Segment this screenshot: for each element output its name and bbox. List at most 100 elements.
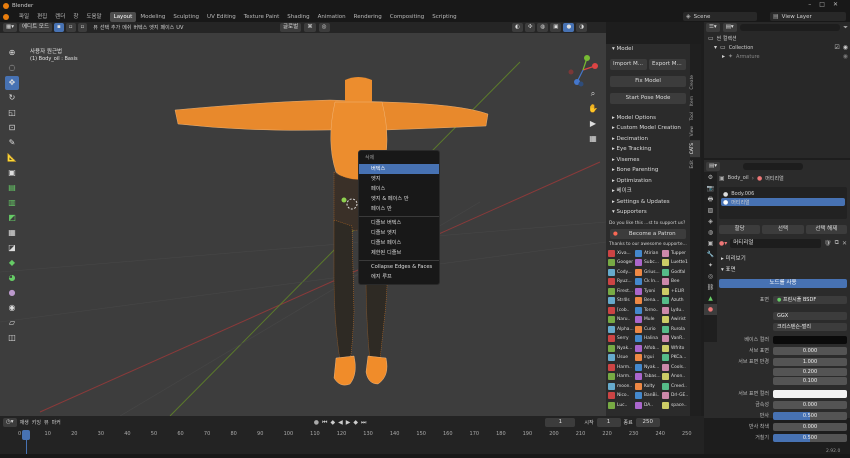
- new-material-icon[interactable]: ⧉: [835, 239, 839, 247]
- viewport[interactable]: ▦▾ 에디트 모드 ▪ ▫ ▫ 뷰 선택 추가 메쉬 버텍스 엣지 페이스 UV…: [0, 22, 606, 416]
- subsurface-color-swatch[interactable]: [773, 389, 847, 398]
- proportional-icon[interactable]: ◎: [318, 23, 330, 32]
- zoom-icon[interactable]: ⌕: [586, 87, 600, 101]
- export-model-button[interactable]: Export M...: [649, 58, 686, 70]
- patron-entry[interactable]: VanR..: [662, 334, 688, 344]
- annotate-icon[interactable]: ✎: [5, 136, 19, 150]
- roughness-field[interactable]: 0.500: [773, 433, 847, 442]
- timeline-ruler[interactable]: 0 10 20 30 40 50 60 70 80 90 100 110 120 130 140 150 160…: [6, 430, 698, 440]
- patron-entry[interactable]: Creed..: [662, 382, 688, 392]
- physics-tab-icon[interactable]: ◎: [704, 271, 717, 282]
- menu-marker[interactable]: 마커: [52, 419, 61, 426]
- menu-face[interactable]: 페이스: [160, 24, 174, 31]
- menu-mesh[interactable]: 메쉬: [122, 24, 131, 31]
- play-reverse-icon[interactable]: ◀: [338, 419, 343, 426]
- subsurface-method-dropdown[interactable]: 크리스텐슨-벌리: [773, 322, 847, 331]
- fix-model-button[interactable]: Fix Model: [610, 75, 686, 87]
- select-icon[interactable]: ◌: [5, 61, 19, 75]
- patron-entry[interactable]: Halina: [635, 334, 661, 344]
- become-patron-button[interactable]: ● Become a Patron: [610, 228, 686, 239]
- fake-user-icon[interactable]: 🛡: [824, 240, 832, 247]
- pivot-dropdown[interactable]: 글로벌: [280, 23, 302, 32]
- menu-item-dissolve-vertices[interactable]: 디졸브 버텍스: [359, 218, 439, 228]
- distribution-dropdown[interactable]: GGX: [773, 311, 847, 320]
- section-settings-updates[interactable]: ▸ Settings & Updates: [606, 197, 690, 208]
- patron-entry[interactable]: Rurola: [662, 325, 688, 335]
- menu-select[interactable]: 선택: [100, 24, 109, 31]
- inset-icon[interactable]: ▥: [5, 196, 19, 210]
- patron-entry[interactable]: Lydu..: [662, 306, 688, 316]
- face-select-button[interactable]: ▫: [77, 23, 88, 32]
- camera-icon[interactable]: ▶: [586, 117, 600, 131]
- modifier-tab-icon[interactable]: 🔧: [704, 249, 717, 260]
- patron-entry[interactable]: Subc...: [635, 258, 661, 268]
- close-icon[interactable]: ✕: [833, 1, 846, 8]
- data-tab-icon[interactable]: ▲: [704, 293, 717, 304]
- subsurface-radius-z[interactable]: 0.100: [773, 376, 847, 385]
- patron-entry[interactable]: Mule: [635, 315, 661, 325]
- material-slot[interactable]: ● Body.006: [721, 190, 845, 198]
- eye-icon[interactable]: ◉: [843, 44, 848, 51]
- tree-collection[interactable]: ▾ ▭ Collection ☑ ◉: [708, 43, 848, 52]
- particles-tab-icon[interactable]: ✦: [704, 260, 717, 271]
- timeline-editor-icon[interactable]: ◷▾: [3, 418, 17, 427]
- jump-end-icon[interactable]: ⏭: [361, 419, 366, 427]
- patron-entry[interactable]: Cody...: [608, 268, 634, 278]
- section-bake[interactable]: ▸ 베이크: [606, 186, 690, 197]
- prev-key-icon[interactable]: ◆: [330, 419, 335, 426]
- unlink-icon[interactable]: ✕: [842, 240, 847, 247]
- menu-item-dissolve-edges[interactable]: 디졸브 엣지: [359, 228, 439, 238]
- section-bone-parenting[interactable]: ▸ Bone Parenting: [606, 165, 690, 176]
- patron-entry[interactable]: Curio: [635, 325, 661, 335]
- menu-add[interactable]: 추가: [111, 24, 120, 31]
- patron-entry[interactable]: Torno..: [635, 306, 661, 316]
- menu-view[interactable]: 뷰: [93, 24, 98, 31]
- current-frame-field[interactable]: 1: [545, 418, 576, 427]
- filter-icon[interactable]: ⏷: [843, 24, 848, 32]
- patron-entry[interactable]: Bee: [662, 277, 688, 287]
- next-key-icon[interactable]: ◆: [353, 419, 358, 426]
- tab-rendering[interactable]: Rendering: [350, 12, 386, 22]
- patron-entry[interactable]: Atirian: [635, 249, 661, 259]
- view-layer-tab-icon[interactable]: ▨: [704, 205, 717, 216]
- object-tab-icon[interactable]: ▣: [704, 238, 717, 249]
- section-visemes[interactable]: ▸ Visemes: [606, 155, 690, 166]
- subsurface-field[interactable]: 0.000: [773, 346, 847, 355]
- patron-entry[interactable]: Wfrito: [662, 344, 688, 354]
- select-button[interactable]: 선택: [762, 225, 804, 234]
- maximize-icon[interactable]: □: [819, 1, 833, 8]
- model-section-header[interactable]: ▾ Model: [606, 44, 690, 55]
- specular-tint-field[interactable]: 0.000: [773, 422, 847, 431]
- patron-entry[interactable]: moon..: [608, 382, 634, 392]
- menu-item-delete-edges[interactable]: 엣지: [359, 174, 439, 184]
- snap-icon[interactable]: ⌘: [304, 23, 316, 32]
- constraints-tab-icon[interactable]: ⛓: [704, 282, 717, 293]
- view-layer-selector[interactable]: ▤ View Layer: [770, 12, 846, 21]
- ortho-icon[interactable]: ▦: [586, 132, 600, 146]
- metallic-field[interactable]: 0.000: [773, 400, 847, 409]
- menu-uv[interactable]: UV: [176, 25, 183, 31]
- patron-entry[interactable]: Firest...: [608, 287, 634, 297]
- base-color-swatch[interactable]: [773, 335, 847, 344]
- world-tab-icon[interactable]: ◍: [704, 227, 717, 238]
- patron-entry[interactable]: Bena...: [635, 296, 661, 306]
- section-decimation[interactable]: ▸ Decimation: [606, 134, 690, 145]
- tab-modeling[interactable]: Modeling: [136, 12, 169, 22]
- material-slot[interactable]: ● 머티리얼: [721, 198, 845, 206]
- section-custom-model-creation[interactable]: ▸ Custom Model Creation: [606, 123, 690, 134]
- patron-entry[interactable]: Awirist: [662, 315, 688, 325]
- patron-entry[interactable]: PKCa...: [662, 353, 688, 363]
- menu-edit[interactable]: 편집: [33, 12, 51, 22]
- smooth-icon[interactable]: ●: [5, 286, 19, 300]
- menu-vertex[interactable]: 버텍스: [133, 24, 147, 31]
- section-optimization[interactable]: ▸ Optimization: [606, 176, 690, 187]
- patron-entry[interactable]: Tabas...: [635, 372, 661, 382]
- eye-icon[interactable]: ◉: [843, 53, 848, 60]
- patron-entry[interactable]: Nico..: [608, 391, 634, 401]
- menu-item-dissolve-faces[interactable]: 디졸브 페이스: [359, 238, 439, 248]
- rotate-icon[interactable]: ↻: [5, 91, 19, 105]
- outliner-editor-icon[interactable]: ☰▾: [706, 23, 720, 32]
- shading-material-icon[interactable]: ◑: [576, 23, 588, 32]
- mode-dropdown[interactable]: 에디트 모드: [18, 23, 53, 32]
- start-pose-mode-button[interactable]: Start Pose Mode: [610, 92, 686, 104]
